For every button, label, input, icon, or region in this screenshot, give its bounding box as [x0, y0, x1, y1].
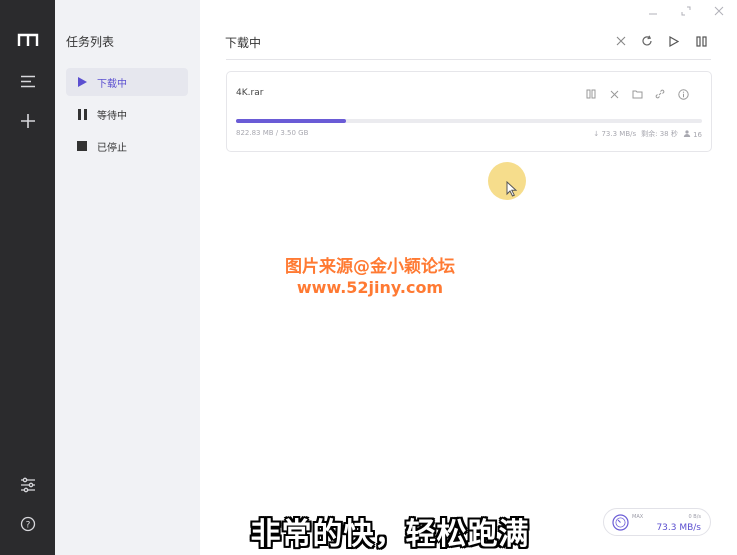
download-speed: ↓ 73.3 MB/s	[593, 130, 637, 138]
pause-icon[interactable]	[584, 87, 598, 101]
resume-all-icon[interactable]	[666, 33, 682, 49]
page-title: 下载中	[225, 36, 262, 50]
remaining-time: 剩余: 38 秒	[641, 130, 678, 138]
motrix-logo-icon[interactable]	[0, 25, 55, 55]
connections: 16	[683, 129, 702, 139]
progress-fill	[236, 119, 346, 123]
svg-text:?: ?	[25, 520, 30, 530]
clear-close-icon[interactable]	[613, 33, 629, 49]
watermark: 图片来源@金小颖论坛 www.52jiny.com	[260, 256, 480, 298]
maximize-icon[interactable]	[679, 4, 693, 18]
nav-item-label: 已停止	[97, 142, 127, 154]
watermark-line1: 图片来源@金小颖论坛	[285, 257, 455, 277]
folder-icon[interactable]	[630, 87, 644, 101]
speedometer-widget[interactable]: MAX 0 B/s 73.3 MB/s	[603, 508, 711, 536]
connections-icon	[683, 129, 691, 137]
info-icon[interactable]	[676, 87, 690, 101]
nav-item-label: 下载中	[97, 78, 127, 90]
nav-item-downloading[interactable]: 下载中	[66, 68, 188, 96]
task-size: 822.83 MB / 3.50 GB	[236, 129, 309, 137]
nav-item-stopped[interactable]: 已停止	[66, 132, 188, 160]
nav-item-waiting[interactable]: 等待中	[66, 100, 188, 128]
link-icon[interactable]	[653, 87, 667, 101]
pause-icon	[76, 108, 88, 120]
task-list-panel: 任务列表 下载中 等待中 已停止	[55, 0, 200, 555]
minimize-icon[interactable]	[646, 4, 660, 18]
nav-item-label: 等待中	[97, 110, 127, 122]
download-total-speed: 73.3 MB/s	[656, 523, 701, 533]
task-card[interactable]: 4K.rar 822.83 MB / 3.50 GB ↓ 73.3 MB/s 剩…	[226, 71, 712, 152]
delete-icon[interactable]	[607, 87, 621, 101]
refresh-icon[interactable]	[639, 33, 655, 49]
connections-count: 16	[693, 130, 702, 139]
sliders-icon[interactable]	[0, 470, 55, 500]
header-divider	[226, 59, 711, 60]
video-caption: 非常的快，轻松跑满	[250, 517, 530, 552]
menu-icon[interactable]	[0, 66, 55, 96]
task-meta: ↓ 73.3 MB/s 剩余: 38 秒 16	[593, 129, 702, 139]
panel-title: 任务列表	[66, 35, 115, 49]
watermark-line2: www.52jiny.com	[296, 278, 444, 297]
pause-all-icon[interactable]	[693, 33, 709, 49]
task-file-name: 4K.rar	[236, 88, 264, 98]
cursor-icon	[506, 181, 517, 197]
stop-icon	[76, 140, 88, 152]
window-close-icon[interactable]	[712, 4, 726, 18]
plus-icon[interactable]	[0, 106, 55, 136]
progress-bar	[236, 119, 702, 123]
speed-max-label: MAX	[632, 514, 644, 520]
upload-speed: 0 B/s	[688, 514, 702, 520]
speedometer-icon	[612, 514, 629, 531]
help-icon[interactable]: ?	[0, 509, 55, 539]
play-icon	[76, 76, 88, 88]
icon-rail: ?	[0, 0, 55, 555]
